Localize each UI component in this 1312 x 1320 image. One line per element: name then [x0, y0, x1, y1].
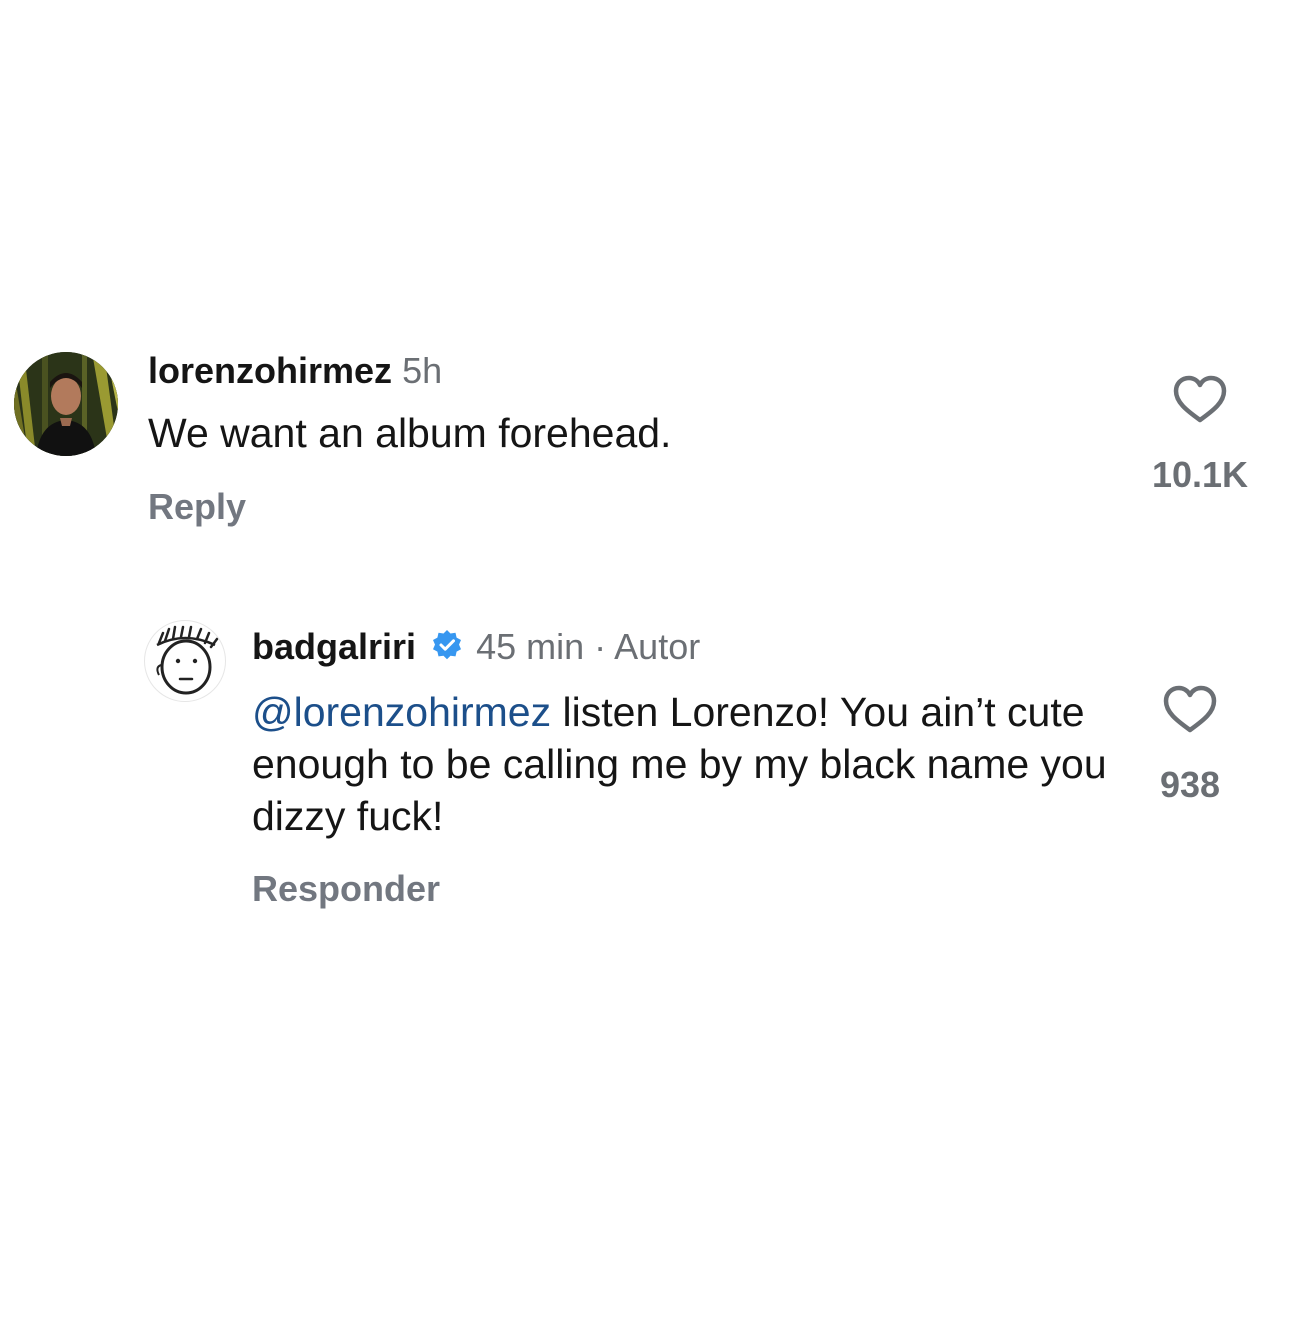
- username[interactable]: lorenzohirmez: [148, 350, 392, 391]
- like-count[interactable]: 938: [1130, 764, 1250, 806]
- heart-outline-icon[interactable]: [1172, 374, 1228, 424]
- username[interactable]: badgalriri: [252, 626, 416, 667]
- comment-lorenzohirmez: lorenzohirmez 5h We want an album forehe…: [0, 340, 1312, 540]
- profile-photo-avatar: [14, 352, 118, 456]
- reply-button[interactable]: Responder: [252, 868, 440, 910]
- mention-link[interactable]: @lorenzohirmez: [252, 689, 551, 735]
- heart-outline-icon[interactable]: [1162, 684, 1218, 734]
- avatar[interactable]: [144, 620, 226, 702]
- like-count[interactable]: 10.1K: [1140, 454, 1260, 496]
- timestamp: 5h: [402, 350, 443, 391]
- comment-header: lorenzohirmez 5h: [148, 350, 442, 392]
- comment-badgalriri: badgalriri 45 min · Autor @lorenzohirmez…: [0, 618, 1312, 918]
- comment-text: We want an album forehead.: [148, 410, 672, 456]
- meta-separator: ·: [594, 626, 607, 667]
- author-label: Autor: [614, 626, 701, 667]
- comment-header: badgalriri 45 min · Autor: [252, 626, 700, 671]
- timestamp: 45 min: [476, 626, 585, 667]
- avatar[interactable]: [14, 352, 118, 456]
- verified-badge-icon: [430, 628, 464, 671]
- reply-button[interactable]: Reply: [148, 486, 246, 528]
- doodle-face-avatar: [156, 625, 219, 695]
- comment-text-block: @lorenzohirmez listen Lorenzo! You ain’t…: [252, 686, 1132, 842]
